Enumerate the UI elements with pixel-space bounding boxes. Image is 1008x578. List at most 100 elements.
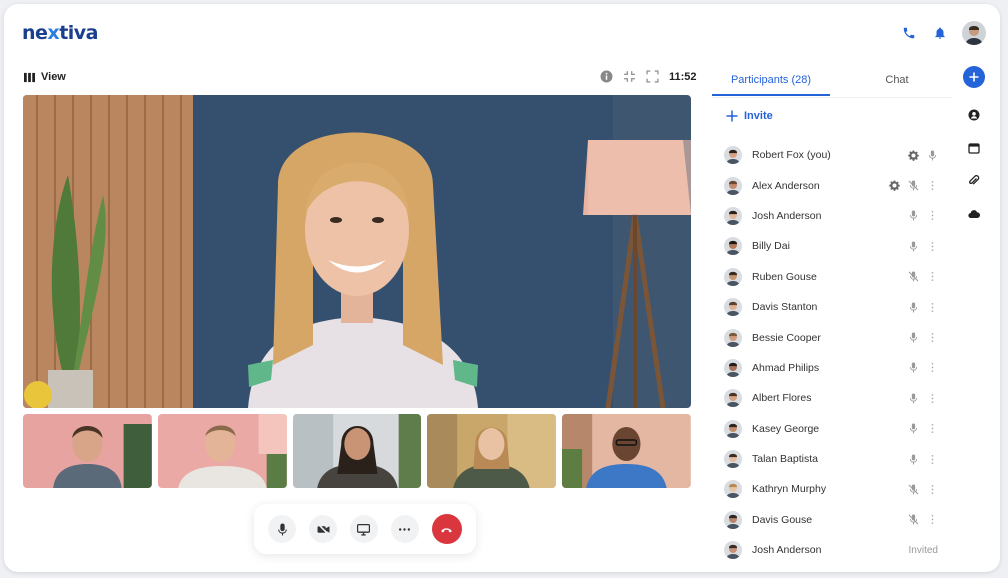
participant-thumbnails bbox=[23, 414, 691, 488]
call-controls bbox=[254, 504, 476, 554]
participant-row[interactable]: Ruben Gouse bbox=[724, 262, 938, 292]
mute-button[interactable] bbox=[268, 515, 297, 543]
participant-row[interactable]: Talan Baptista bbox=[724, 444, 938, 474]
participant-actions bbox=[908, 150, 938, 161]
participant-avatar bbox=[724, 480, 742, 499]
app-window: nextiva View 11:52 Participants (28) Cha… bbox=[4, 4, 1000, 572]
minimize-icon[interactable] bbox=[623, 70, 636, 83]
participant-actions bbox=[889, 180, 938, 191]
participant-actions bbox=[908, 514, 938, 525]
bell-icon[interactable] bbox=[933, 26, 947, 40]
participant-name: Alex Anderson bbox=[752, 179, 820, 192]
participant-avatar bbox=[724, 389, 742, 408]
tab-chat[interactable]: Chat bbox=[842, 64, 952, 96]
participant-row[interactable]: Josh Anderson bbox=[724, 201, 938, 231]
participant-row[interactable]: Davis Gouse bbox=[724, 505, 938, 535]
participant-row[interactable]: Kathryn Murphy bbox=[724, 474, 938, 504]
participant-video-4[interactable] bbox=[427, 414, 557, 488]
call-toolbar: 11:52 bbox=[600, 70, 697, 83]
more-icon[interactable] bbox=[927, 241, 938, 252]
view-selector[interactable]: View bbox=[24, 71, 66, 83]
mic-off-icon[interactable] bbox=[908, 484, 919, 495]
more-options-button[interactable] bbox=[390, 515, 419, 543]
participant-name: Talan Baptista bbox=[752, 453, 818, 466]
info-icon[interactable] bbox=[600, 70, 613, 83]
tabs-divider bbox=[712, 97, 952, 98]
gear-icon[interactable] bbox=[889, 180, 900, 191]
mic-off-icon[interactable] bbox=[908, 180, 919, 191]
participant-row[interactable]: Davis Stanton bbox=[724, 292, 938, 322]
participant-actions bbox=[908, 423, 938, 434]
screen-share-button[interactable] bbox=[349, 515, 378, 543]
user-avatar[interactable] bbox=[962, 21, 986, 45]
participant-video-5[interactable] bbox=[562, 414, 691, 488]
mic-icon[interactable] bbox=[908, 393, 919, 404]
participant-avatar bbox=[724, 450, 742, 469]
invite-button[interactable]: Invite bbox=[726, 110, 773, 122]
grid-view-icon bbox=[24, 72, 35, 82]
participant-name: Bessie Cooper bbox=[752, 331, 821, 344]
participant-actions bbox=[908, 362, 938, 373]
more-icon[interactable] bbox=[927, 423, 938, 434]
participant-row[interactable]: Billy Dai bbox=[724, 231, 938, 261]
paperclip-icon[interactable] bbox=[968, 175, 980, 187]
more-icon[interactable] bbox=[927, 271, 938, 282]
participant-actions bbox=[908, 484, 938, 495]
participant-name: Josh Anderson bbox=[752, 209, 822, 222]
participant-row[interactable]: Bessie Cooper bbox=[724, 322, 938, 352]
participant-row[interactable]: Albert Flores bbox=[724, 383, 938, 413]
more-icon[interactable] bbox=[927, 302, 938, 313]
microphone-icon bbox=[278, 523, 287, 535]
more-icon[interactable] bbox=[927, 454, 938, 465]
camera-toggle-button[interactable] bbox=[309, 515, 338, 543]
more-icon[interactable] bbox=[927, 484, 938, 495]
more-icon[interactable] bbox=[927, 180, 938, 191]
mic-icon[interactable] bbox=[927, 150, 938, 161]
cloud-icon[interactable] bbox=[968, 208, 980, 220]
participant-actions bbox=[908, 302, 938, 313]
participant-name: Albert Flores bbox=[752, 392, 812, 405]
plus-icon bbox=[969, 72, 979, 82]
participant-row[interactable]: Alex Anderson bbox=[724, 170, 938, 200]
participant-row[interactable]: Ahmad Philips bbox=[724, 353, 938, 383]
participant-row[interactable]: Kasey George bbox=[724, 414, 938, 444]
invite-label: Invite bbox=[744, 110, 773, 122]
participant-row[interactable]: Josh Anderson Invited bbox=[724, 535, 938, 565]
mic-off-icon[interactable] bbox=[908, 271, 919, 282]
participant-row[interactable]: Robert Fox (you) bbox=[724, 140, 938, 170]
contact-icon[interactable] bbox=[968, 109, 980, 121]
mic-icon[interactable] bbox=[908, 362, 919, 373]
mic-off-icon[interactable] bbox=[908, 514, 919, 525]
mic-icon[interactable] bbox=[908, 302, 919, 313]
phone-icon[interactable] bbox=[902, 26, 916, 40]
mic-icon[interactable] bbox=[908, 210, 919, 222]
more-icon[interactable] bbox=[927, 362, 938, 373]
mic-icon[interactable] bbox=[908, 241, 919, 252]
tab-participants[interactable]: Participants (28) bbox=[712, 64, 830, 96]
more-icon[interactable] bbox=[927, 210, 938, 221]
participant-name: Robert Fox (you) bbox=[752, 149, 831, 162]
mic-icon[interactable] bbox=[908, 423, 919, 434]
end-call-button[interactable] bbox=[431, 514, 462, 544]
participant-video-1[interactable] bbox=[23, 414, 152, 488]
participant-name: Josh Anderson bbox=[752, 544, 822, 557]
main-speaker-video[interactable] bbox=[23, 95, 691, 408]
gear-icon[interactable] bbox=[908, 150, 919, 161]
participant-avatar bbox=[724, 358, 742, 377]
participant-video-2[interactable] bbox=[157, 414, 287, 488]
participant-video-3[interactable] bbox=[292, 414, 422, 488]
participant-status: Invited bbox=[908, 544, 938, 556]
new-action-button[interactable] bbox=[963, 66, 985, 88]
mic-icon[interactable] bbox=[908, 332, 919, 343]
more-icon[interactable] bbox=[927, 514, 938, 525]
participant-actions bbox=[908, 210, 938, 222]
participant-actions bbox=[908, 454, 938, 465]
participant-avatar bbox=[724, 237, 742, 256]
participant-actions bbox=[908, 393, 938, 404]
calendar-icon[interactable] bbox=[968, 142, 980, 154]
more-icon[interactable] bbox=[927, 332, 938, 343]
more-icon[interactable] bbox=[927, 393, 938, 404]
fullscreen-icon[interactable] bbox=[646, 70, 659, 83]
participant-actions bbox=[908, 332, 938, 343]
mic-icon[interactable] bbox=[908, 454, 919, 465]
